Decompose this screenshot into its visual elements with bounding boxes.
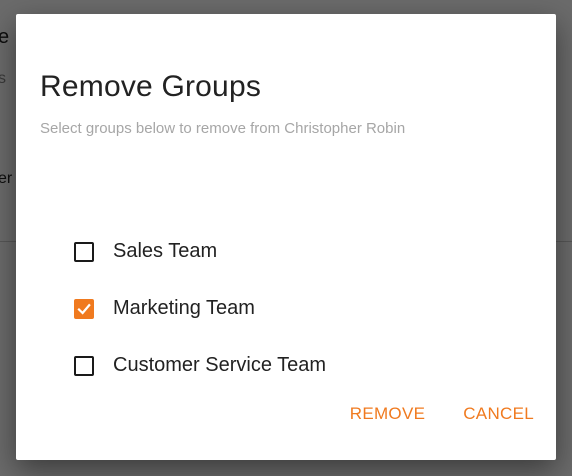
remove-groups-dialog: Remove Groups Select groups below to rem…	[16, 14, 556, 460]
group-item-customer-service-team[interactable]: Customer Service Team	[74, 337, 326, 394]
remove-button[interactable]: REMOVE	[350, 404, 425, 424]
dialog-subtitle: Select groups below to remove from Chris…	[40, 120, 406, 137]
customer-service-team-checkbox[interactable]	[74, 355, 94, 376]
sales-team-checkbox[interactable]	[74, 241, 94, 262]
dialog-title: Remove Groups	[40, 70, 262, 103]
group-label: Sales Team	[113, 240, 218, 262]
dialog-actions: REMOVE CANCEL	[350, 404, 534, 424]
group-label: Marketing Team	[113, 297, 255, 319]
marketing-team-checkbox[interactable]	[74, 298, 94, 319]
checkmark-icon	[77, 303, 91, 315]
group-label: Customer Service Team	[113, 354, 327, 376]
group-list: Sales Team Marketing Team Customer Servi…	[74, 223, 326, 394]
cancel-button[interactable]: CANCEL	[463, 404, 534, 424]
group-item-marketing-team[interactable]: Marketing Team	[74, 280, 326, 337]
group-item-sales-team[interactable]: Sales Team	[74, 223, 326, 280]
